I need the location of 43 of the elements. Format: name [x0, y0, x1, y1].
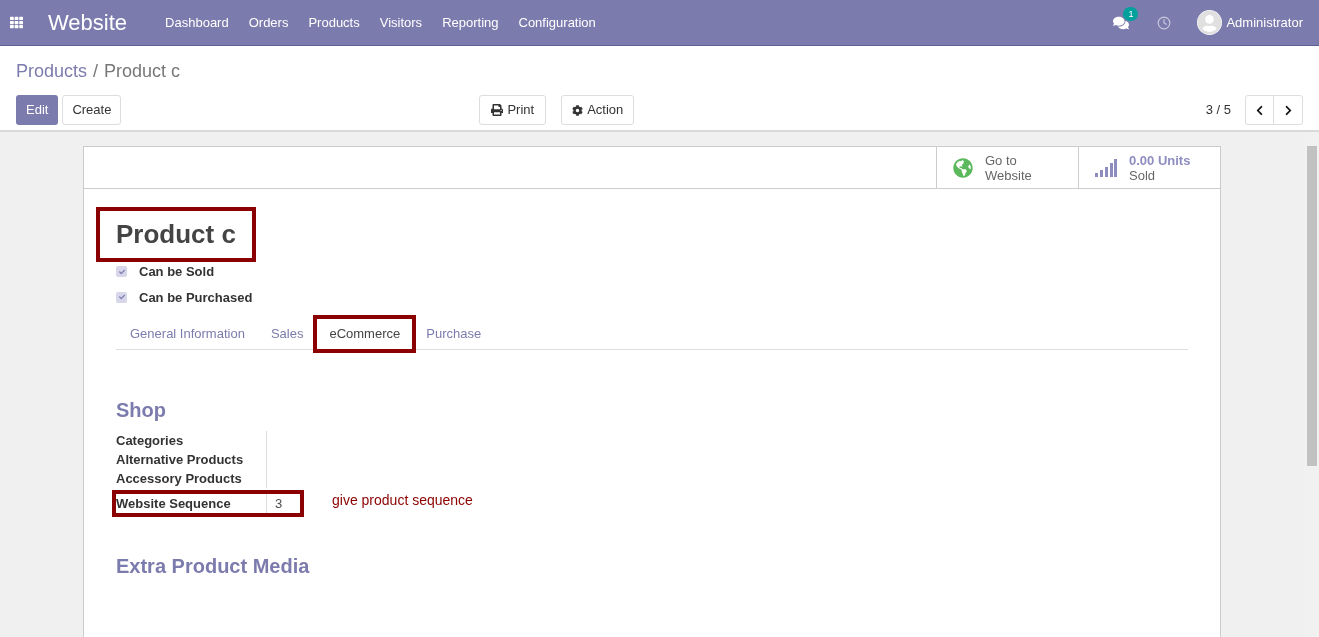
- nav-menu-item[interactable]: Configuration: [508, 12, 606, 33]
- tab[interactable]: Purchase: [414, 319, 494, 349]
- app-title: Website: [48, 9, 128, 37]
- checkbox[interactable]: [116, 266, 127, 278]
- breadcrumb-current: Product c: [104, 60, 181, 83]
- printer-icon: [491, 104, 504, 116]
- pager-counter: 3 / 5: [1205, 101, 1231, 120]
- action-button[interactable]: Action: [561, 95, 635, 125]
- field-label: Categories: [116, 432, 185, 450]
- checkbox-label: Can be Purchased: [139, 288, 253, 307]
- globe-icon: [953, 157, 973, 178]
- field-value: 3: [275, 495, 283, 513]
- field-label: Website Sequence: [116, 495, 232, 513]
- section-title: Extra Product Media: [116, 554, 311, 579]
- nav-menu-item[interactable]: Reporting: [432, 12, 509, 33]
- field-label: Accessory Products: [116, 470, 243, 488]
- annotation-note: give product sequence: [332, 491, 473, 510]
- avatar-icon[interactable]: [1197, 10, 1223, 35]
- tab[interactable]: Sales: [258, 319, 316, 349]
- nav-menu-item[interactable]: Orders: [238, 12, 299, 33]
- units-sold-button[interactable]: 0.00 Units Sold: [1078, 147, 1220, 188]
- print-button[interactable]: Print: [479, 95, 547, 125]
- go-to-website-button[interactable]: Go to Website: [936, 147, 1078, 188]
- create-button[interactable]: Create: [62, 95, 122, 125]
- tab[interactable]: General Information: [118, 319, 257, 349]
- clock-icon[interactable]: [1157, 15, 1172, 30]
- checkbox[interactable]: [116, 291, 127, 303]
- apps-menu-icon[interactable]: [10, 16, 23, 29]
- chevron-left-icon: [1254, 104, 1265, 116]
- nav-menu-item[interactable]: Products: [298, 12, 370, 33]
- chat-icon[interactable]: [1113, 14, 1130, 31]
- message-count-badge: 1: [1123, 6, 1139, 21]
- nav-menu-item[interactable]: Visitors: [369, 12, 433, 33]
- checkbox-label: Can be Sold: [139, 263, 215, 281]
- field-label: Alternative Products: [116, 451, 245, 469]
- gear-icon: [572, 104, 584, 116]
- section-title: Shop: [116, 398, 167, 423]
- nav-menu-item[interactable]: Dashboard: [155, 12, 239, 33]
- bar-chart-icon: [1095, 157, 1117, 178]
- breadcrumb-separator: /: [93, 60, 99, 83]
- user-name[interactable]: Administrator: [1226, 12, 1303, 33]
- breadcrumb-link[interactable]: Products: [16, 58, 88, 85]
- edit-button[interactable]: Edit: [16, 95, 59, 125]
